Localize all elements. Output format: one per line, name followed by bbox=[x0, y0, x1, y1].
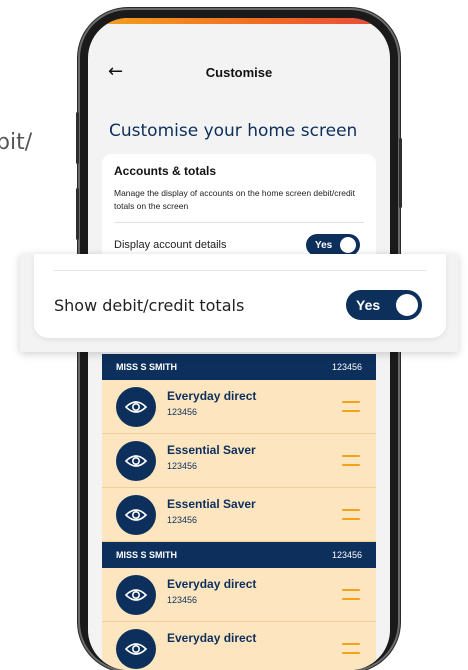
show-debit-credit-totals-toggle[interactable]: Yes bbox=[346, 290, 422, 320]
accent-bar bbox=[88, 18, 390, 24]
toggle-label: Yes bbox=[356, 297, 381, 313]
drag-handle-icon[interactable] bbox=[342, 401, 360, 412]
account-row[interactable]: Essential Saver 123456 bbox=[102, 488, 376, 542]
zoomed-divider bbox=[54, 270, 426, 271]
power-button bbox=[399, 138, 402, 208]
account-name: Everyday direct bbox=[167, 389, 257, 403]
card-description: Manage the display of accounts on the ho… bbox=[114, 188, 355, 211]
eye-icon[interactable] bbox=[116, 387, 156, 427]
page-title: Customise your home screen bbox=[109, 121, 358, 141]
zoomed-setting-callout: Show debit/credit totals Yes bbox=[20, 254, 458, 352]
account-row[interactable]: Everyday direct 123456 bbox=[102, 380, 376, 434]
toggle-label: Yes bbox=[315, 239, 333, 251]
account-name: Essential Saver bbox=[167, 497, 256, 511]
account-group-number: 123456 bbox=[331, 550, 362, 560]
toggle-knob bbox=[340, 237, 356, 253]
account-number: 123456 bbox=[167, 407, 198, 417]
account-row[interactable]: Everyday direct bbox=[102, 622, 376, 670]
eye-icon[interactable] bbox=[116, 575, 156, 615]
eye-icon[interactable] bbox=[116, 495, 156, 535]
show-debit-credit-totals-label: Show debit/credit totals bbox=[54, 296, 245, 315]
card-divider bbox=[114, 222, 364, 223]
account-group-header: MISS S SMITH 123456 bbox=[102, 542, 376, 568]
accounts-totals-card: Accounts & totals Manage the display of … bbox=[102, 154, 376, 266]
arrow-left-icon[interactable]: ← bbox=[108, 60, 123, 84]
header-title: Customise bbox=[205, 64, 273, 80]
volume-down-button bbox=[76, 188, 79, 240]
card-title: Accounts & totals bbox=[114, 164, 217, 178]
toggle-knob bbox=[396, 294, 418, 316]
account-holder-name: MISS S SMITH bbox=[116, 362, 178, 372]
drag-handle-icon[interactable] bbox=[342, 643, 360, 654]
account-name: Everyday direct bbox=[167, 577, 257, 591]
zoomed-setting-card: Show debit/credit totals Yes bbox=[34, 254, 446, 338]
eye-icon[interactable] bbox=[116, 441, 156, 481]
account-name: Essential Saver bbox=[167, 443, 256, 457]
volume-up-button bbox=[76, 112, 79, 164]
account-row[interactable]: Essential Saver 123456 bbox=[102, 434, 376, 488]
account-holder-name: MISS S SMITH bbox=[116, 550, 178, 560]
drag-handle-icon[interactable] bbox=[342, 509, 360, 520]
drag-handle-icon[interactable] bbox=[342, 589, 360, 600]
account-group-number: 123456 bbox=[331, 362, 362, 372]
account-number: 123456 bbox=[167, 461, 198, 471]
account-row[interactable]: Everyday direct 123456 bbox=[102, 568, 376, 622]
display-account-details-label: Display account details bbox=[114, 239, 227, 251]
account-name: Everyday direct bbox=[167, 631, 257, 645]
account-number: 123456 bbox=[167, 595, 198, 605]
display-account-details-toggle[interactable]: Yes bbox=[306, 234, 360, 256]
drag-handle-icon[interactable] bbox=[342, 455, 360, 466]
app-header: ← Customise bbox=[88, 60, 390, 84]
account-number: 123456 bbox=[167, 515, 198, 525]
account-group-header: MISS S SMITH 123456 bbox=[102, 354, 376, 380]
eye-icon[interactable] bbox=[116, 629, 156, 669]
background-partial-text: bit/ bbox=[0, 130, 33, 155]
